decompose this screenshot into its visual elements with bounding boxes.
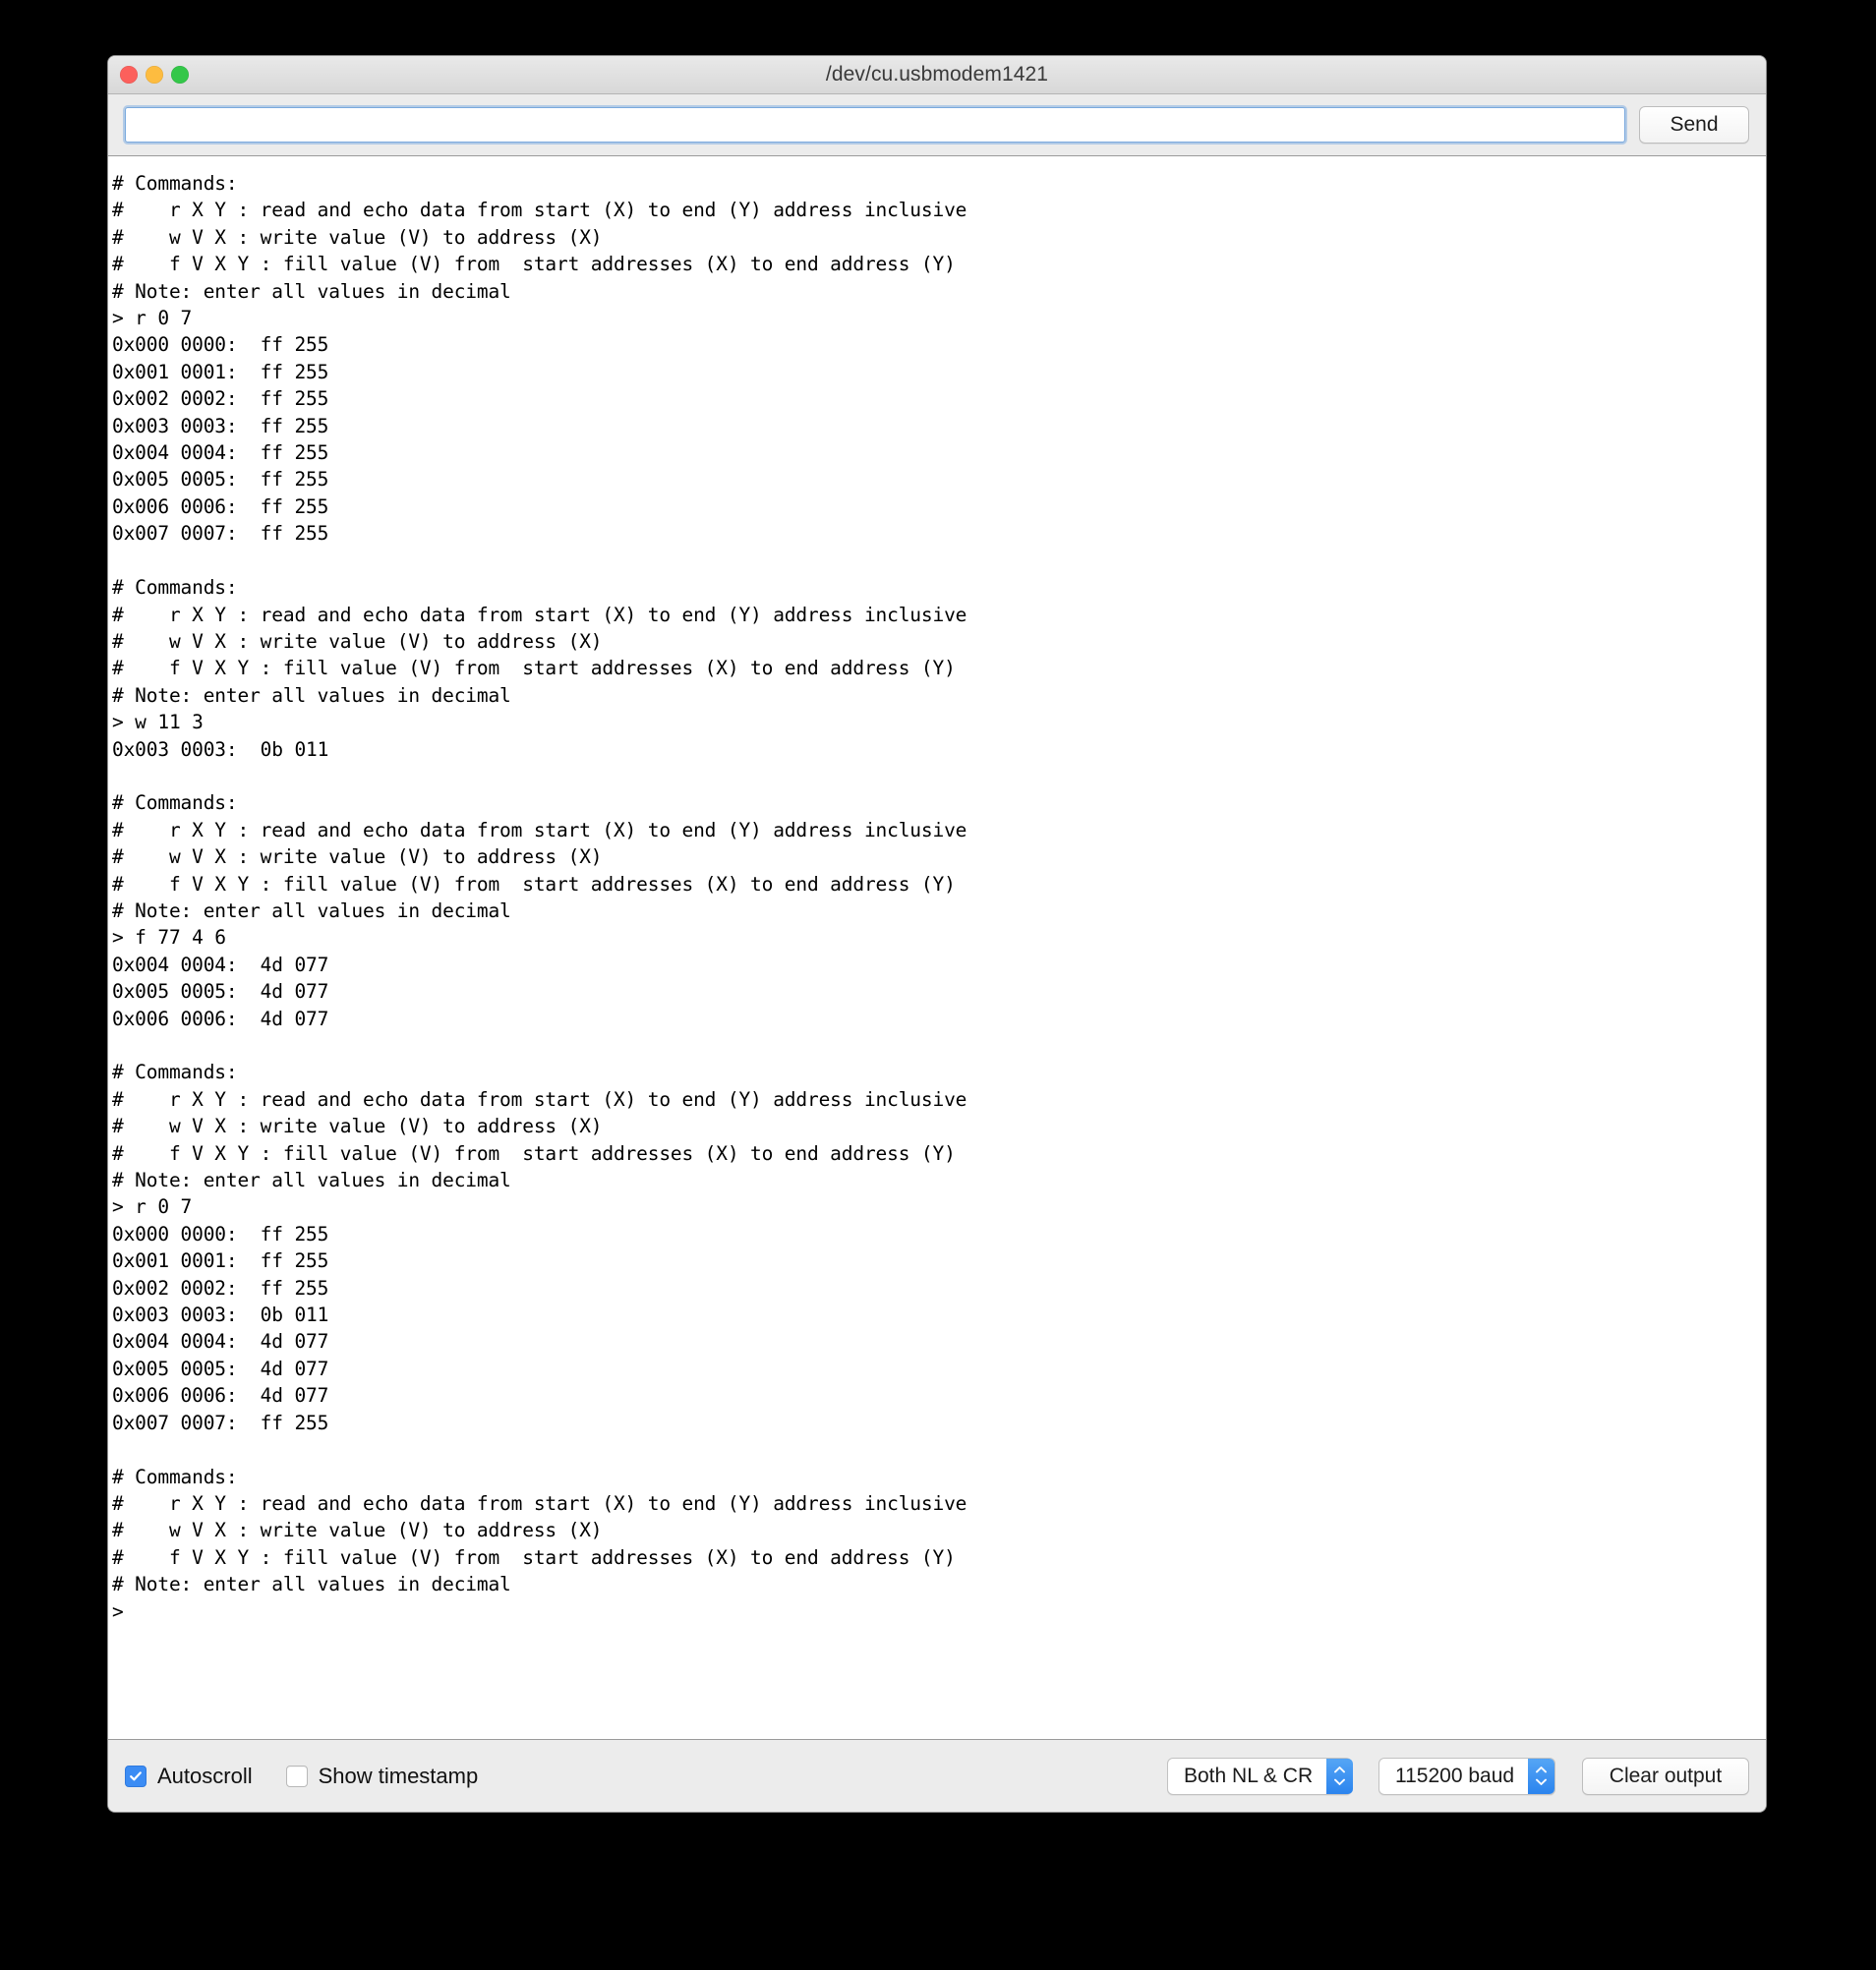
show-timestamp-label: Show timestamp — [318, 1763, 479, 1788]
show-timestamp-checkbox-group[interactable]: Show timestamp — [285, 1763, 479, 1789]
line-ending-value: Both NL & CR — [1184, 1764, 1314, 1787]
maximize-icon[interactable] — [171, 66, 189, 84]
traffic-light-group — [120, 66, 189, 84]
autoscroll-label: Autoscroll — [157, 1763, 253, 1788]
bottom-toolbar: Autoscroll Show timestamp Both NL & CR 1… — [108, 1740, 1766, 1812]
minimize-icon[interactable] — [146, 66, 163, 84]
titlebar: /dev/cu.usbmodem1421 — [108, 56, 1766, 94]
autoscroll-checkbox[interactable] — [125, 1765, 147, 1787]
line-ending-select[interactable]: Both NL & CR — [1167, 1757, 1354, 1795]
console-output-area: # Commands: # r X Y : read and echo data… — [108, 155, 1766, 1740]
clear-output-button[interactable]: Clear output — [1582, 1757, 1749, 1795]
autoscroll-checkbox-group[interactable]: Autoscroll — [125, 1764, 253, 1789]
send-bar: Send — [108, 94, 1766, 155]
send-button[interactable]: Send — [1639, 106, 1749, 144]
show-timestamp-checkbox[interactable] — [285, 1765, 308, 1787]
chevron-updown-icon — [1528, 1758, 1555, 1794]
window-title: /dev/cu.usbmodem1421 — [825, 63, 1049, 86]
command-input[interactable] — [125, 107, 1625, 143]
serial-monitor-window: /dev/cu.usbmodem1421 Send # Commands: # … — [108, 56, 1766, 1812]
chevron-updown-icon — [1326, 1758, 1354, 1794]
baud-rate-select[interactable]: 115200 baud — [1378, 1757, 1555, 1795]
baud-rate-value: 115200 baud — [1395, 1764, 1515, 1787]
close-icon[interactable] — [120, 66, 138, 84]
console-output-text[interactable]: # Commands: # r X Y : read and echo data… — [108, 156, 1766, 1739]
